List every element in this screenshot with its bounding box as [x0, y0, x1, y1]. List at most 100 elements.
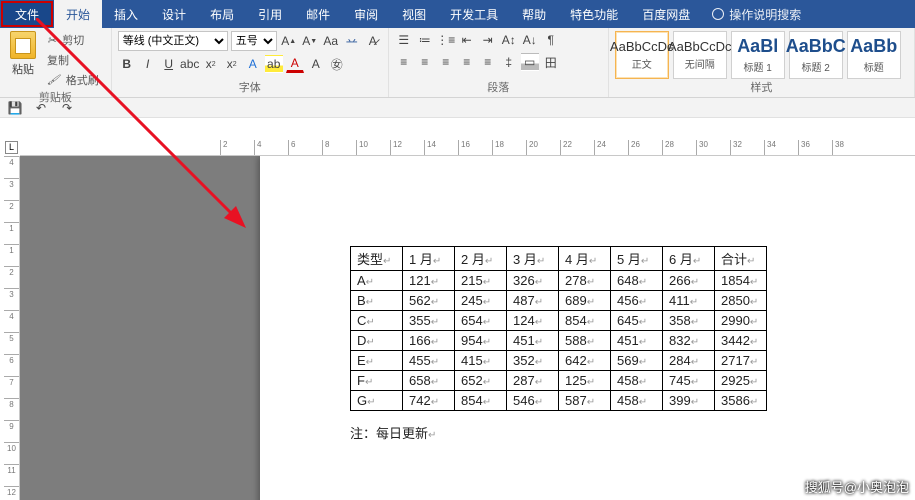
table-cell[interactable]: B↵: [351, 291, 403, 311]
table-cell[interactable]: 487↵: [507, 291, 559, 311]
tab-developer[interactable]: 开发工具: [438, 0, 510, 28]
line-spacing-button[interactable]: ‡: [500, 53, 518, 71]
shrink-font-button[interactable]: A▼: [301, 32, 319, 50]
style-gallery[interactable]: AaBbCcDc正文AaBbCcDc无间隔AaBl标题 1AaBbC标题 2Aa…: [615, 31, 908, 79]
shading-button[interactable]: ▭: [521, 53, 539, 71]
align-left-button[interactable]: ≡: [395, 53, 413, 71]
style-标题 2[interactable]: AaBbC标题 2: [789, 31, 843, 79]
tab-home[interactable]: 开始: [54, 0, 102, 28]
table-cell[interactable]: 652↵: [455, 371, 507, 391]
tab-references[interactable]: 引用: [246, 0, 294, 28]
table-header[interactable]: 3 月↵: [507, 247, 559, 271]
table-row[interactable]: F↵658↵652↵287↵125↵458↵745↵2925↵: [351, 371, 767, 391]
table-cell[interactable]: 854↵: [455, 391, 507, 411]
grow-font-button[interactable]: A▲: [280, 32, 298, 50]
numbering-button[interactable]: ≔: [416, 31, 434, 49]
style-无间隔[interactable]: AaBbCcDc无间隔: [673, 31, 727, 79]
table-cell[interactable]: F↵: [351, 371, 403, 391]
table-cell[interactable]: 854↵: [559, 311, 611, 331]
style-标题 1[interactable]: AaBl标题 1: [731, 31, 785, 79]
table-row[interactable]: B↵562↵245↵487↵689↵456↵411↵2850↵: [351, 291, 767, 311]
copy-button[interactable]: 复制: [44, 51, 105, 69]
table-cell[interactable]: A↵: [351, 271, 403, 291]
table-cell[interactable]: 355↵: [403, 311, 455, 331]
undo-button[interactable]: ↶: [32, 99, 50, 117]
table-header[interactable]: 2 月↵: [455, 247, 507, 271]
table-cell[interactable]: 352↵: [507, 351, 559, 371]
table-cell[interactable]: 121↵: [403, 271, 455, 291]
table-cell[interactable]: 215↵: [455, 271, 507, 291]
change-case-button[interactable]: Aa: [322, 32, 340, 50]
table-cell[interactable]: 166↵: [403, 331, 455, 351]
enclose-char-button[interactable]: ㊛: [328, 55, 346, 73]
table-cell[interactable]: 278↵: [559, 271, 611, 291]
table-cell[interactable]: C↵: [351, 311, 403, 331]
font-size-select[interactable]: 五号: [231, 31, 277, 51]
tab-design[interactable]: 设计: [150, 0, 198, 28]
underline-button[interactable]: U: [160, 55, 178, 73]
table-cell[interactable]: E↵: [351, 351, 403, 371]
align-right-button[interactable]: ≡: [437, 53, 455, 71]
table-cell[interactable]: 2990↵: [715, 311, 767, 331]
table-row[interactable]: G↵742↵854↵546↵587↵458↵399↵3586↵: [351, 391, 767, 411]
table-header[interactable]: 1 月↵: [403, 247, 455, 271]
table-row[interactable]: C↵355↵654↵124↵854↵645↵358↵2990↵: [351, 311, 767, 331]
bullets-button[interactable]: ☰: [395, 31, 413, 49]
italic-button[interactable]: I: [139, 55, 157, 73]
tab-special[interactable]: 特色功能: [558, 0, 630, 28]
tab-help[interactable]: 帮助: [510, 0, 558, 28]
table-cell[interactable]: 455↵: [403, 351, 455, 371]
align-center-button[interactable]: ≡: [416, 53, 434, 71]
font-name-select[interactable]: 等线 (中文正文): [118, 31, 228, 51]
increase-indent-button[interactable]: ⇥: [479, 31, 497, 49]
table-cell[interactable]: 588↵: [559, 331, 611, 351]
table-cell[interactable]: 451↵: [611, 331, 663, 351]
strikethrough-button[interactable]: abc: [181, 55, 199, 73]
subscript-button[interactable]: x2: [202, 55, 220, 73]
paste-button[interactable]: 粘贴: [6, 31, 40, 77]
distribute-button[interactable]: ≡: [479, 53, 497, 71]
table-cell[interactable]: 2850↵: [715, 291, 767, 311]
table-header[interactable]: 5 月↵: [611, 247, 663, 271]
table-cell[interactable]: 742↵: [403, 391, 455, 411]
table-header[interactable]: 类型↵: [351, 247, 403, 271]
cut-button[interactable]: 剪切: [44, 31, 105, 49]
text-effects-button[interactable]: A: [244, 55, 262, 73]
clear-format-button[interactable]: A̷: [364, 32, 382, 50]
table-cell[interactable]: 569↵: [611, 351, 663, 371]
table-cell[interactable]: 399↵: [663, 391, 715, 411]
table-cell[interactable]: 1854↵: [715, 271, 767, 291]
tab-baidu[interactable]: 百度网盘: [630, 0, 702, 28]
borders-button[interactable]: 田: [542, 53, 560, 71]
ruler-horizontal[interactable]: 2468101214161820222426283032343638: [20, 140, 915, 156]
table-cell[interactable]: 2925↵: [715, 371, 767, 391]
tab-view[interactable]: 视图: [390, 0, 438, 28]
table-cell[interactable]: 266↵: [663, 271, 715, 291]
format-painter-button[interactable]: 格式刷: [44, 71, 105, 89]
tab-file[interactable]: 文件: [1, 1, 53, 27]
table-cell[interactable]: 458↵: [611, 371, 663, 391]
table-cell[interactable]: 642↵: [559, 351, 611, 371]
table-cell[interactable]: 562↵: [403, 291, 455, 311]
phonetic-guide-button[interactable]: 䒑: [343, 32, 361, 50]
text-direction-button[interactable]: A↕: [500, 31, 518, 49]
highlight-button[interactable]: ab: [265, 55, 283, 73]
table-row[interactable]: E↵455↵415↵352↵642↵569↵284↵2717↵: [351, 351, 767, 371]
table-cell[interactable]: 245↵: [455, 291, 507, 311]
table-cell[interactable]: 451↵: [507, 331, 559, 351]
table-cell[interactable]: G↵: [351, 391, 403, 411]
table-cell[interactable]: 3442↵: [715, 331, 767, 351]
table-cell[interactable]: 326↵: [507, 271, 559, 291]
table-cell[interactable]: 648↵: [611, 271, 663, 291]
sort-button[interactable]: A↓: [521, 31, 539, 49]
tab-mailings[interactable]: 邮件: [294, 0, 342, 28]
table-cell[interactable]: 645↵: [611, 311, 663, 331]
table-cell[interactable]: 2717↵: [715, 351, 767, 371]
ruler-vertical[interactable]: 4321123456789101112: [4, 156, 20, 500]
table-header[interactable]: 合计↵: [715, 247, 767, 271]
page[interactable]: 类型↵1 月↵2 月↵3 月↵4 月↵5 月↵6 月↵合计↵A↵121↵215↵…: [260, 156, 915, 500]
table-cell[interactable]: 411↵: [663, 291, 715, 311]
table-cell[interactable]: 458↵: [611, 391, 663, 411]
table-row[interactable]: D↵166↵954↵451↵588↵451↵832↵3442↵: [351, 331, 767, 351]
table-cell[interactable]: D↵: [351, 331, 403, 351]
